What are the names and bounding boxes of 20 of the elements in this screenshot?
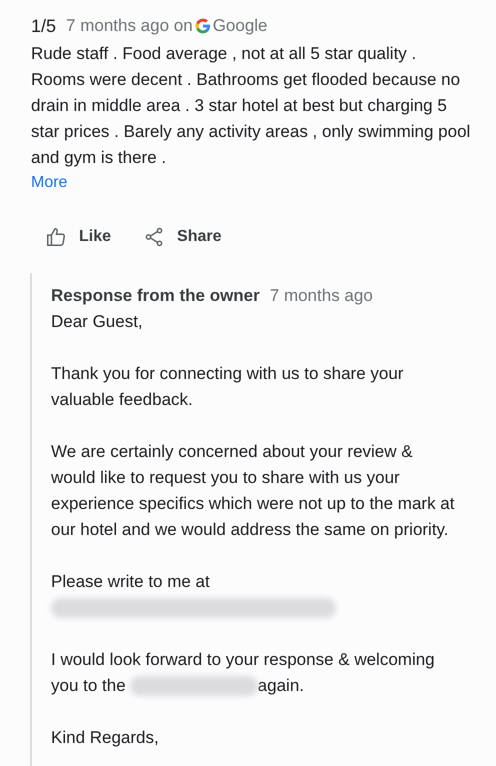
response-paragraph: We are certainly concerned about your review & would like to request you to share with us your experience specifics which were not up to the mark at our hotel and we would address the same on priority.: [51, 441, 455, 541]
rating-score: 1/5: [31, 14, 56, 38]
response-title: Response from the owner: [51, 285, 260, 307]
share-button[interactable]: Share: [137, 219, 228, 255]
review-time: 7 months ago on: [66, 15, 193, 38]
response-paragraph: again.: [258, 675, 304, 697]
response-paragraph: Please write to me at: [51, 571, 211, 593]
thumbs-up-icon: [45, 226, 67, 248]
more-link[interactable]: More: [31, 171, 68, 195]
response-paragraph: Thank you for connecting with us to share your valuable feedback.: [51, 363, 404, 411]
share-icon: [143, 226, 166, 248]
response-paragraph: Kind Regards,: [51, 727, 160, 749]
g-logo-icon: [194, 18, 211, 34]
review-source: Google: [212, 15, 268, 38]
response-paragraph: Dear Guest,: [51, 311, 144, 333]
response-paragraph: I would look forward to your response & welcoming: [51, 649, 436, 671]
like-button[interactable]: Like: [39, 219, 118, 255]
response-time: 7 months ago: [270, 285, 373, 307]
response-paragraph: you to the: [51, 675, 126, 697]
review-text: Rude staff . Food average , not at all 5 star quality . Rooms were decent . Bathrooms get flooded because no drain in middle area . 3 star hotel at best but charging 5 star prices . Barely any activity areas , only swimming pool and gym is there .: [31, 43, 471, 169]
